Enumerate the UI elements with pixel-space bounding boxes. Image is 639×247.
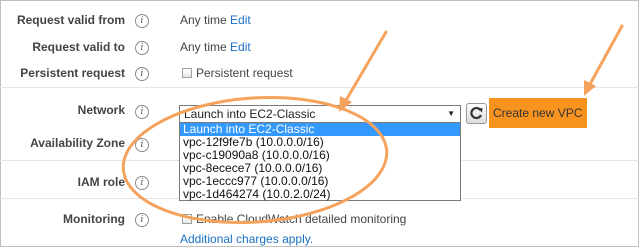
request-valid-to-label: Request valid to	[32, 40, 125, 54]
iam-role-label: IAM role	[77, 175, 125, 189]
info-icon[interactable]: i	[135, 138, 149, 152]
network-dropdown-list: Launch into EC2-Classic vpc-12f9fe7b (10…	[179, 122, 461, 201]
persistent-request-label: Persistent request	[20, 66, 125, 80]
request-valid-to-value: Any time Edit	[180, 40, 251, 54]
chevron-down-icon: ▼	[447, 109, 455, 118]
network-select[interactable]: Launch into EC2-Classic ▼	[179, 105, 461, 123]
row-divider	[0, 87, 639, 88]
availability-zone-label: Availability Zone	[30, 136, 125, 150]
info-icon[interactable]: i	[135, 14, 149, 28]
create-new-vpc-button[interactable]: Create new VPC	[489, 98, 587, 128]
additional-charges-link[interactable]: Additional charges apply.	[180, 232, 313, 246]
request-valid-from-value: Any time Edit	[180, 13, 251, 27]
request-valid-to-text: Any time	[180, 40, 227, 54]
info-icon[interactable]: i	[135, 41, 149, 55]
info-icon[interactable]: i	[135, 105, 149, 119]
refresh-button[interactable]	[466, 103, 487, 124]
info-icon[interactable]: i	[135, 67, 149, 81]
network-label: Network	[77, 103, 125, 117]
monitoring-label: Monitoring	[63, 212, 125, 226]
request-valid-from-label: Request valid from	[16, 13, 125, 27]
request-valid-from-edit-link[interactable]: Edit	[230, 13, 251, 27]
request-valid-to-edit-link[interactable]: Edit	[230, 40, 251, 54]
monitoring-checkbox[interactable]	[182, 214, 192, 224]
persistent-request-checkbox-label: Persistent request	[196, 66, 293, 80]
info-icon[interactable]: i	[135, 213, 149, 227]
refresh-icon	[470, 106, 483, 120]
network-option[interactable]: vpc-1d464274 (10.0.2.0/24)	[180, 188, 460, 201]
persistent-request-checkbox[interactable]	[182, 68, 192, 78]
monitoring-checkbox-label: Enable CloudWatch detailed monitoring	[196, 212, 407, 226]
request-valid-from-text: Any time	[180, 13, 227, 27]
info-icon[interactable]: i	[135, 176, 149, 190]
network-select-value: Launch into EC2-Classic	[184, 107, 316, 121]
